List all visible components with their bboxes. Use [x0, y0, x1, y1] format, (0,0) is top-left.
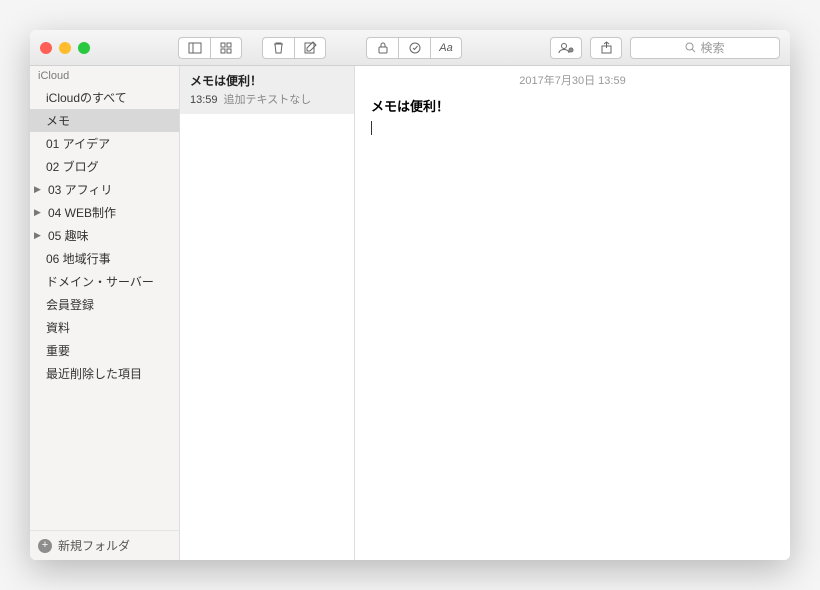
folder-label: 05 趣味 — [48, 227, 89, 244]
sidebar-section-header: iCloud — [30, 66, 179, 86]
folder-label: 最近削除した項目 — [46, 365, 142, 382]
editor-content[interactable]: メモは便利！ — [355, 90, 790, 141]
folder-label: 04 WEB制作 — [48, 204, 116, 221]
new-folder-button[interactable]: + 新規フォルダ — [30, 530, 179, 560]
sidebar-folder[interactable]: 02 ブログ — [30, 155, 179, 178]
folder-label: iCloudのすべて — [46, 89, 127, 106]
disclosure-arrow-icon[interactable]: ▶ — [34, 207, 44, 218]
note-list-item[interactable]: メモは便利！ 13:59 追加テキストなし — [180, 66, 354, 114]
folder-label: 01 アイデア — [46, 135, 110, 152]
note-subtitle: 13:59 追加テキストなし — [190, 91, 344, 107]
list-view-button[interactable] — [178, 37, 210, 59]
disclosure-arrow-icon[interactable]: ▶ — [34, 184, 44, 195]
sidebar-folder[interactable]: ▶ 03 アフィリ — [30, 178, 179, 201]
titlebar: Aa 検索 — [30, 30, 790, 66]
sidebar-folder[interactable]: iCloudのすべて — [30, 86, 179, 109]
new-note-button[interactable] — [294, 37, 326, 59]
plus-icon: + — [38, 539, 52, 553]
lock-button[interactable] — [366, 37, 398, 59]
sidebar-folder[interactable]: 重要 — [30, 339, 179, 362]
folder-label: 06 地域行事 — [46, 250, 111, 267]
editor-title: メモは便利！ — [371, 96, 774, 115]
sidebar-folder[interactable]: 資料 — [30, 316, 179, 339]
sidebar-folder[interactable]: ▶ 04 WEB制作 — [30, 201, 179, 224]
view-mode-group — [178, 37, 242, 59]
folder-label: 03 アフィリ — [48, 181, 112, 198]
traffic-lights — [40, 42, 90, 54]
sidebar-folder[interactable]: 01 アイデア — [30, 132, 179, 155]
disclosure-arrow-icon[interactable]: ▶ — [34, 230, 44, 241]
text-cursor — [371, 121, 372, 135]
folder-label: 02 ブログ — [46, 158, 99, 175]
checklist-button[interactable] — [398, 37, 430, 59]
sidebar-folder[interactable]: 最近削除した項目 — [30, 362, 179, 385]
fullscreen-icon[interactable] — [78, 42, 90, 54]
app-window: Aa 検索 iCloud iCloudのすべてメモ01 アイデア02 ブログ▶0… — [30, 30, 790, 560]
sidebar-folder[interactable]: メモ — [30, 109, 179, 132]
folder-label: 会員登録 — [46, 296, 94, 313]
share-button[interactable] — [590, 37, 622, 59]
collaborate-button[interactable] — [550, 37, 582, 59]
minimize-icon[interactable] — [59, 42, 71, 54]
note-list: メモは便利！ 13:59 追加テキストなし — [180, 66, 355, 560]
note-title: メモは便利！ — [190, 72, 344, 89]
editor-date: 2017年7月30日 13:59 — [355, 66, 790, 90]
note-time: 13:59 — [190, 94, 218, 106]
grid-view-button[interactable] — [210, 37, 242, 59]
sidebar-folder[interactable]: 06 地域行事 — [30, 247, 179, 270]
editor: 2017年7月30日 13:59 メモは便利！ — [355, 66, 790, 560]
folder-label: 資料 — [46, 319, 70, 336]
sidebar: iCloud iCloudのすべてメモ01 アイデア02 ブログ▶03 アフィリ… — [30, 66, 180, 560]
close-icon[interactable] — [40, 42, 52, 54]
sidebar-folder[interactable]: ドメイン・サーバー — [30, 270, 179, 293]
search-icon — [685, 42, 696, 53]
new-folder-label: 新規フォルダ — [58, 537, 130, 554]
delete-button[interactable] — [262, 37, 294, 59]
folder-label: ドメイン・サーバー — [46, 273, 154, 290]
folder-label: 重要 — [46, 342, 70, 359]
search-placeholder: 検索 — [700, 39, 724, 56]
format-button[interactable]: Aa — [430, 37, 462, 59]
folder-label: メモ — [46, 112, 70, 129]
search-input[interactable]: 検索 — [630, 37, 780, 59]
note-snippet: 追加テキストなし — [224, 94, 312, 106]
sidebar-folder[interactable]: 会員登録 — [30, 293, 179, 316]
sidebar-folder[interactable]: ▶ 05 趣味 — [30, 224, 179, 247]
folder-list: iCloudのすべてメモ01 アイデア02 ブログ▶03 アフィリ▶04 WEB… — [30, 86, 179, 530]
